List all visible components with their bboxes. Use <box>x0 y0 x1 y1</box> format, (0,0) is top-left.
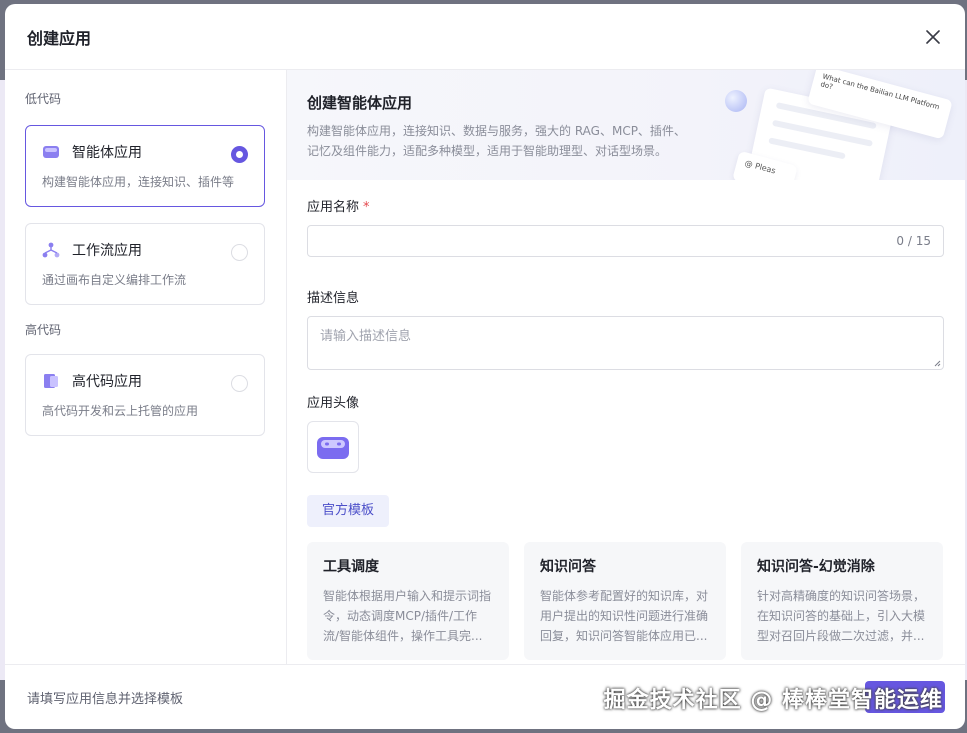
workflow-icon <box>42 242 60 258</box>
app-type-title: 高代码应用 <box>72 374 142 390</box>
app-type-radio-selected[interactable] <box>231 146 248 163</box>
robot-avatar-icon <box>317 437 349 459</box>
low-code-group-label: 低代码 <box>25 92 62 106</box>
app-name-input[interactable]: 0 / 15 <box>307 225 944 257</box>
attach-icon: @ <box>743 158 754 170</box>
create-app-dialog: 创建应用 低代码 智能体应用 构建智能体应用，连接知识、插件等 工作流应用 通过… <box>5 4 965 729</box>
avatar-label: 应用头像 <box>307 396 360 411</box>
dialog-footer: 请填写应用信息并选择模板 掘金技术社区 @ 棒棒堂智能运维 <box>5 664 965 729</box>
input-card-text: Pleas <box>753 161 777 176</box>
resize-grip-icon[interactable] <box>933 359 941 367</box>
app-form: 应用名称 * 0 / 15 描述信息 请输入描述信息 应用头像 官方模板 工具调度… <box>287 180 965 660</box>
close-button[interactable] <box>923 27 943 47</box>
footer-hint: 请填写应用信息并选择模板 <box>27 691 184 707</box>
template-list: 工具调度 智能体根据用户输入和提示词指令，动态调度MCP/插件/工作流/智能体组… <box>307 542 945 660</box>
app-type-sidebar: 低代码 智能体应用 构建智能体应用，连接知识、插件等 工作流应用 通过画布自定义… <box>5 70 287 664</box>
high-code-group-label: 高代码 <box>25 323 62 337</box>
template-title: 知识问答 <box>540 559 596 575</box>
app-type-title: 工作流应用 <box>72 243 142 259</box>
watermark-text: 掘金技术社区 @ 棒棒堂智能运维 <box>603 688 943 713</box>
template-card-tool-dispatch[interactable]: 工具调度 智能体根据用户输入和提示词指令，动态调度MCP/插件/工作流/智能体组… <box>307 542 509 660</box>
app-type-card-workflow[interactable]: 工作流应用 通过画布自定义编排工作流 <box>25 223 265 305</box>
app-name-label: 应用名称 * <box>307 196 945 215</box>
template-card-knowledge-qa-hallucination[interactable]: 知识问答-幻觉消除 针对高精确度的知识问答场景，在知识问答的基础上，引入大模型对… <box>741 542 943 660</box>
char-counter: 0 / 15 <box>896 234 931 248</box>
template-card-knowledge-qa[interactable]: 知识问答 智能体参考配置好的知识库，对用户提出的知识性问题进行准确回复，知识问答… <box>524 542 726 660</box>
close-icon <box>926 29 940 44</box>
app-avatar-picker[interactable] <box>307 421 359 473</box>
template-title: 知识问答-幻觉消除 <box>757 559 875 575</box>
description-textarea[interactable]: 请输入描述信息 <box>307 316 944 370</box>
template-title: 工具调度 <box>323 559 379 575</box>
official-templates-tab[interactable]: 官方模板 <box>307 495 390 527</box>
code-app-icon <box>44 374 58 388</box>
app-type-card-agent[interactable]: 智能体应用 构建智能体应用，连接知识、插件等 <box>25 125 265 207</box>
create-form-panel: 创建智能体应用 构建智能体应用，连接知识、数据与服务，强大的 RAG、MCP、插… <box>287 70 965 664</box>
app-type-title: 智能体应用 <box>72 145 142 161</box>
dialog-header: 创建应用 <box>5 4 965 70</box>
template-desc: 智能体参考配置好的知识库，对用户提出的知识性问题进行准确回复，知识问答智能体应用… <box>540 589 709 643</box>
app-type-radio[interactable] <box>231 375 248 392</box>
description-placeholder: 请输入描述信息 <box>320 329 412 344</box>
app-type-desc: 通过画布自定义编排工作流 <box>42 273 187 287</box>
app-name-label-text: 应用名称 <box>307 200 360 215</box>
required-mark: * <box>363 200 370 215</box>
dialog-title: 创建应用 <box>27 28 92 48</box>
description-label: 描述信息 <box>307 291 360 306</box>
template-desc: 智能体根据用户输入和提示词指令，动态调度MCP/插件/工作流/智能体组件，操作工… <box>323 589 492 643</box>
app-type-desc: 构建智能体应用，连接知识、插件等 <box>42 175 235 189</box>
banner-illustration: What can the Bailian LLM Platform do? @ … <box>705 70 965 180</box>
app-type-radio[interactable] <box>231 244 248 261</box>
app-type-card-high-code[interactable]: 高代码应用 高代码开发和云上托管的应用 <box>25 354 265 436</box>
banner-description: 构建智能体应用，连接知识、数据与服务，强大的 RAG、MCP、插件、记忆及组件能… <box>307 124 686 158</box>
agent-app-icon <box>43 146 59 158</box>
sphere-graphic <box>725 90 747 112</box>
template-desc: 针对高精确度的知识问答场景，在知识问答的基础上，引入大模型对召回片段做二次过滤，… <box>757 589 926 643</box>
app-type-desc: 高代码开发和云上托管的应用 <box>42 404 199 418</box>
intro-banner: 创建智能体应用 构建智能体应用，连接知识、数据与服务，强大的 RAG、MCP、插… <box>287 70 965 180</box>
